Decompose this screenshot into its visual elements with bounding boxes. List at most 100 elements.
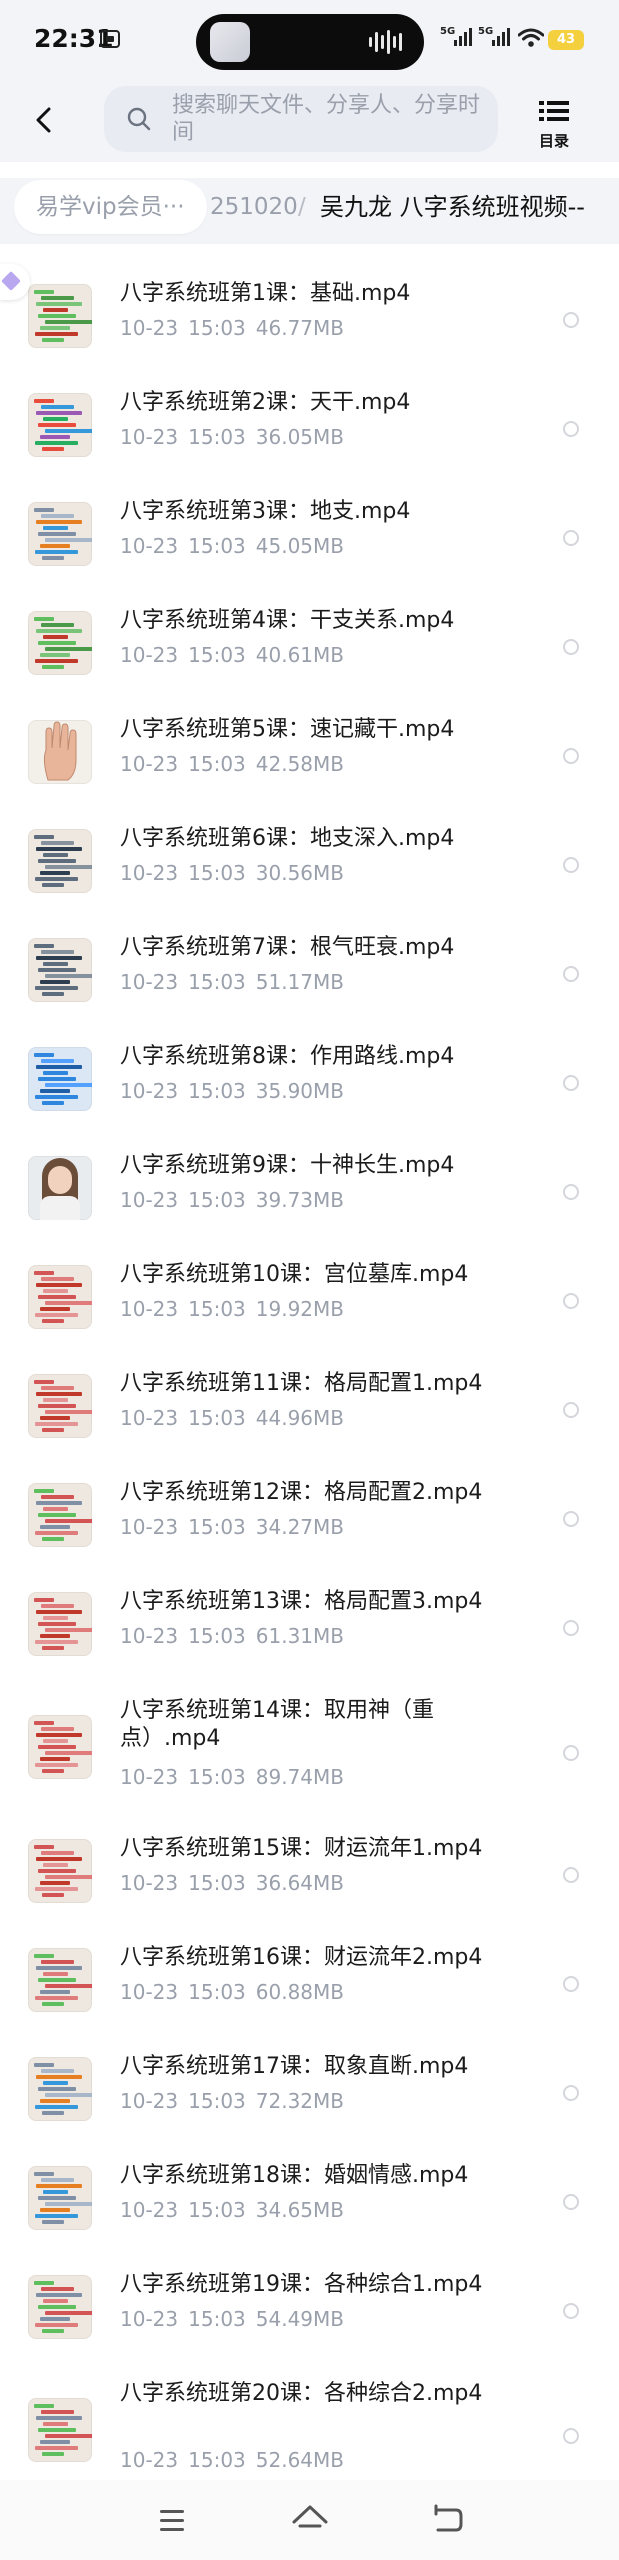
file-name: 八字系统班第18课：婚姻情感.mp4 <box>120 2163 469 2188</box>
select-radio[interactable] <box>563 1075 579 1091</box>
file-time: 15:03 <box>188 1079 246 1103</box>
file-time: 15:03 <box>188 1624 246 1648</box>
file-row[interactable]: 八字系统班第2课：天干.mp4 10-23 15:03 36.05MB <box>0 379 619 479</box>
toc-label: 目录 <box>538 132 569 150</box>
breadcrumb-root[interactable]: 易学vip会员··· <box>14 180 207 234</box>
file-row[interactable]: 八字系统班第10课：宫位墓库.mp4 10-23 15:03 19.92MB <box>0 1251 619 1351</box>
select-radio[interactable] <box>563 1184 579 1200</box>
video-thumbnail <box>28 938 92 1002</box>
select-radio[interactable] <box>563 2303 579 2319</box>
breadcrumb-middle[interactable]: 251020 <box>210 180 298 234</box>
status-bar: 22:31 5G 5G 43 <box>0 0 619 84</box>
file-row[interactable]: 八字系统班第14课：取用神（重点）.mp4 10-23 15:03 89.74MB <box>0 1687 619 1821</box>
file-name: 八字系统班第4课：干支关系.mp4 <box>120 608 455 633</box>
video-thumbnail <box>28 1047 92 1111</box>
file-row[interactable]: 八字系统班第19课：各种综合1.mp4 10-23 15:03 54.49MB <box>0 2261 619 2361</box>
file-time: 15:03 <box>188 970 246 994</box>
file-time: 15:03 <box>188 643 246 667</box>
select-radio[interactable] <box>563 1293 579 1309</box>
select-radio[interactable] <box>563 857 579 873</box>
file-date: 10-23 <box>120 1980 179 2004</box>
home-icon[interactable] <box>290 2500 330 2540</box>
file-row[interactable]: 八字系统班第7课：根气旺衰.mp4 10-23 15:03 51.17MB <box>0 924 619 1024</box>
file-row[interactable]: 八字系统班第9课：十神长生.mp4 10-23 15:03 39.73MB <box>0 1142 619 1242</box>
signal-label-1: 5G <box>440 26 456 37</box>
file-size: 42.58MB <box>255 752 344 776</box>
video-thumbnail <box>28 829 92 893</box>
select-radio[interactable] <box>563 1867 579 1883</box>
select-radio[interactable] <box>563 421 579 437</box>
file-name: 八字系统班第7课：根气旺衰.mp4 <box>120 935 455 960</box>
file-size: 72.32MB <box>255 2089 344 2113</box>
menu-icon[interactable] <box>152 2500 192 2540</box>
video-thumbnail <box>28 2398 92 2462</box>
file-row[interactable]: 八字系统班第18课：婚姻情感.mp4 10-23 15:03 34.65MB <box>0 2152 619 2252</box>
file-name: 八字系统班第8课：作用路线.mp4 <box>120 1044 455 1069</box>
file-time: 15:03 <box>188 1765 246 1789</box>
signal-label-2: 5G <box>478 26 494 37</box>
video-thumbnail <box>28 720 92 784</box>
search-input[interactable]: 搜索聊天文件、分享人、分享时间 <box>104 86 498 152</box>
select-radio[interactable] <box>563 1745 579 1761</box>
file-row[interactable]: 八字系统班第12课：格局配置2.mp4 10-23 15:03 34.27MB <box>0 1469 619 1569</box>
file-time: 15:03 <box>188 1297 246 1321</box>
dynamic-island[interactable] <box>196 14 424 70</box>
file-time: 15:03 <box>188 752 246 776</box>
file-size: 60.88MB <box>255 1980 344 2004</box>
file-size: 35.90MB <box>255 1079 344 1103</box>
video-thumbnail <box>28 502 92 566</box>
select-radio[interactable] <box>563 312 579 328</box>
table-of-contents-button[interactable]: 目录 <box>532 98 576 150</box>
file-row[interactable]: 八字系统班第3课：地支.mp4 10-23 15:03 45.05MB <box>0 488 619 588</box>
file-date: 10-23 <box>120 1765 179 1789</box>
wifi-icon <box>518 28 544 47</box>
file-date: 10-23 <box>120 1079 179 1103</box>
video-thumbnail <box>28 1374 92 1438</box>
select-radio[interactable] <box>563 530 579 546</box>
select-radio[interactable] <box>563 639 579 655</box>
file-date: 10-23 <box>120 2307 179 2331</box>
file-time: 15:03 <box>188 1406 246 1430</box>
select-radio[interactable] <box>563 748 579 764</box>
file-row[interactable]: 八字系统班第11课：格局配置1.mp4 10-23 15:03 44.96MB <box>0 1360 619 1460</box>
file-row[interactable]: 八字系统班第4课：干支关系.mp4 10-23 15:03 40.61MB <box>0 597 619 697</box>
select-radio[interactable] <box>563 1620 579 1636</box>
file-row[interactable]: 八字系统班第15课：财运流年1.mp4 10-23 15:03 36.64MB <box>0 1825 619 1925</box>
file-row[interactable]: 八字系统班第13课：格局配置3.mp4 10-23 15:03 61.31MB <box>0 1578 619 1678</box>
file-meta: 10-23 15:03 34.65MB <box>120 2198 344 2222</box>
file-row[interactable]: 八字系统班第6课：地支深入.mp4 10-23 15:03 30.56MB <box>0 815 619 915</box>
video-thumbnail <box>28 284 92 348</box>
file-date: 10-23 <box>120 1297 179 1321</box>
back-button[interactable] <box>24 100 64 140</box>
file-meta: 10-23 15:03 36.64MB <box>120 1871 344 1895</box>
video-thumbnail <box>28 1265 92 1329</box>
file-row[interactable]: 八字系统班第17课：取象直断.mp4 10-23 15:03 72.32MB <box>0 2043 619 2143</box>
select-radio[interactable] <box>563 2194 579 2210</box>
file-date: 10-23 <box>120 1188 179 1212</box>
select-radio[interactable] <box>563 2428 579 2444</box>
file-size: 89.74MB <box>255 1765 344 1789</box>
select-radio[interactable] <box>563 1511 579 1527</box>
file-time: 15:03 <box>188 1515 246 1539</box>
select-radio[interactable] <box>563 1402 579 1418</box>
video-thumbnail <box>28 1839 92 1903</box>
select-radio[interactable] <box>563 966 579 982</box>
file-row[interactable]: 八字系统班第1课：基础.mp4 10-23 15:03 46.77MB <box>0 270 619 370</box>
file-size: 44.96MB <box>255 1406 344 1430</box>
file-meta: 10-23 15:03 19.92MB <box>120 1297 344 1321</box>
select-radio[interactable] <box>563 1976 579 1992</box>
file-row[interactable]: 八字系统班第8课：作用路线.mp4 10-23 15:03 35.90MB <box>0 1033 619 1133</box>
file-row[interactable]: 八字系统班第16课：财运流年2.mp4 10-23 15:03 60.88MB <box>0 1934 619 2034</box>
file-size: 51.17MB <box>255 970 344 994</box>
chevron-left-icon <box>36 107 51 133</box>
file-date: 10-23 <box>120 1406 179 1430</box>
back-nav-icon[interactable] <box>428 2500 468 2540</box>
file-date: 10-23 <box>120 534 179 558</box>
file-name: 八字系统班第6课：地支深入.mp4 <box>120 826 455 851</box>
search-placeholder: 搜索聊天文件、分享人、分享时间 <box>172 93 481 145</box>
file-row[interactable]: 八字系统班第5课：速记藏干.mp4 10-23 15:03 42.58MB <box>0 706 619 806</box>
select-radio[interactable] <box>563 2085 579 2101</box>
file-meta: 10-23 15:03 35.90MB <box>120 1079 344 1103</box>
file-time: 15:03 <box>188 1188 246 1212</box>
file-date: 10-23 <box>120 316 179 340</box>
